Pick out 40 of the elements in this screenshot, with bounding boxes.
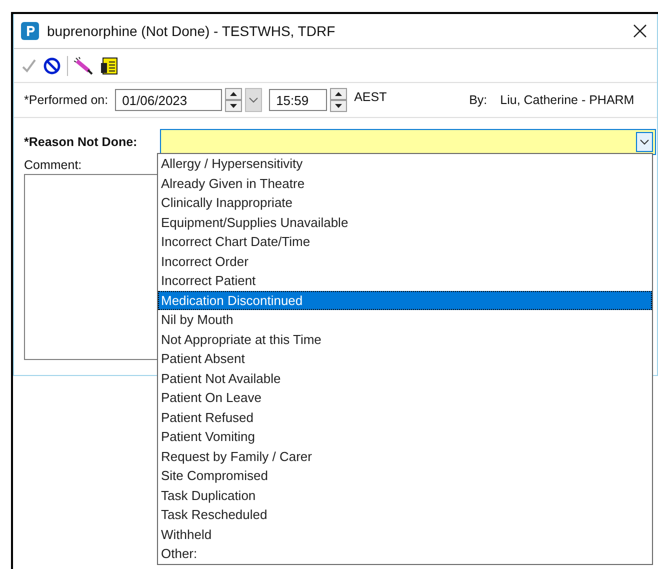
list-option[interactable]: Withheld bbox=[158, 524, 652, 544]
list-option[interactable]: Nil by Mouth bbox=[158, 310, 652, 330]
field-label: *Reason Not Done: bbox=[24, 135, 138, 149]
spin-buttons[interactable] bbox=[225, 88, 242, 112]
list-option[interactable]: Patient Not Available bbox=[158, 368, 652, 388]
field-label: *Performed on: bbox=[24, 93, 108, 107]
field-label: Comment: bbox=[24, 158, 82, 172]
timezone-label: AEST bbox=[354, 90, 388, 104]
list-option[interactable]: Patient Refused bbox=[158, 408, 652, 427]
list-option[interactable]: Incorrect Order bbox=[158, 252, 652, 271]
list-option[interactable]: Clinically Inappropriate bbox=[158, 193, 652, 212]
notes-icon[interactable] bbox=[100, 56, 118, 74]
list-option[interactable]: Request by Family / Carer bbox=[158, 446, 652, 466]
reason-dropdown[interactable] bbox=[160, 129, 656, 155]
list-option[interactable]: Equipment/Supplies Unavailable bbox=[158, 212, 652, 232]
list-option[interactable]: Incorrect Patient bbox=[158, 271, 652, 290]
dropdown-button[interactable] bbox=[245, 88, 262, 112]
spin-buttons[interactable] bbox=[330, 88, 348, 112]
pen-icon[interactable] bbox=[74, 56, 94, 74]
prohibit-icon[interactable] bbox=[43, 56, 61, 74]
list-option[interactable]: Allergy / Hypersensitivity bbox=[158, 154, 652, 174]
list-option[interactable]: Medication Discontinued bbox=[158, 290, 652, 310]
list-option[interactable]: Site Compromised bbox=[158, 466, 652, 486]
date-field[interactable]: 01/06/2023 bbox=[115, 89, 222, 111]
list-option[interactable]: Incorrect Chart Date/Time bbox=[158, 232, 652, 252]
list-option[interactable]: Other: bbox=[158, 544, 652, 564]
field-label: By: bbox=[469, 93, 488, 107]
list-option[interactable]: Already Given in Theatre bbox=[158, 174, 652, 193]
app-icon bbox=[21, 22, 39, 40]
close-icon[interactable] bbox=[633, 24, 647, 38]
user-name: Liu, Catherine - PHARM bbox=[500, 93, 634, 107]
window-title: buprenorphine (Not Done) - TESTWHS, TDRF bbox=[47, 23, 336, 39]
list-option[interactable]: Task Rescheduled bbox=[158, 505, 652, 524]
list-option[interactable]: Patient Absent bbox=[158, 349, 652, 368]
list-option[interactable]: Patient On Leave bbox=[158, 388, 652, 408]
list-option[interactable]: Not Appropriate at this Time bbox=[158, 330, 652, 349]
caret-icon[interactable] bbox=[636, 132, 653, 152]
list-option[interactable]: Task Duplication bbox=[158, 486, 652, 505]
time-field[interactable]: 15:59 bbox=[269, 89, 328, 111]
list-option[interactable]: Patient Vomiting bbox=[158, 427, 652, 446]
